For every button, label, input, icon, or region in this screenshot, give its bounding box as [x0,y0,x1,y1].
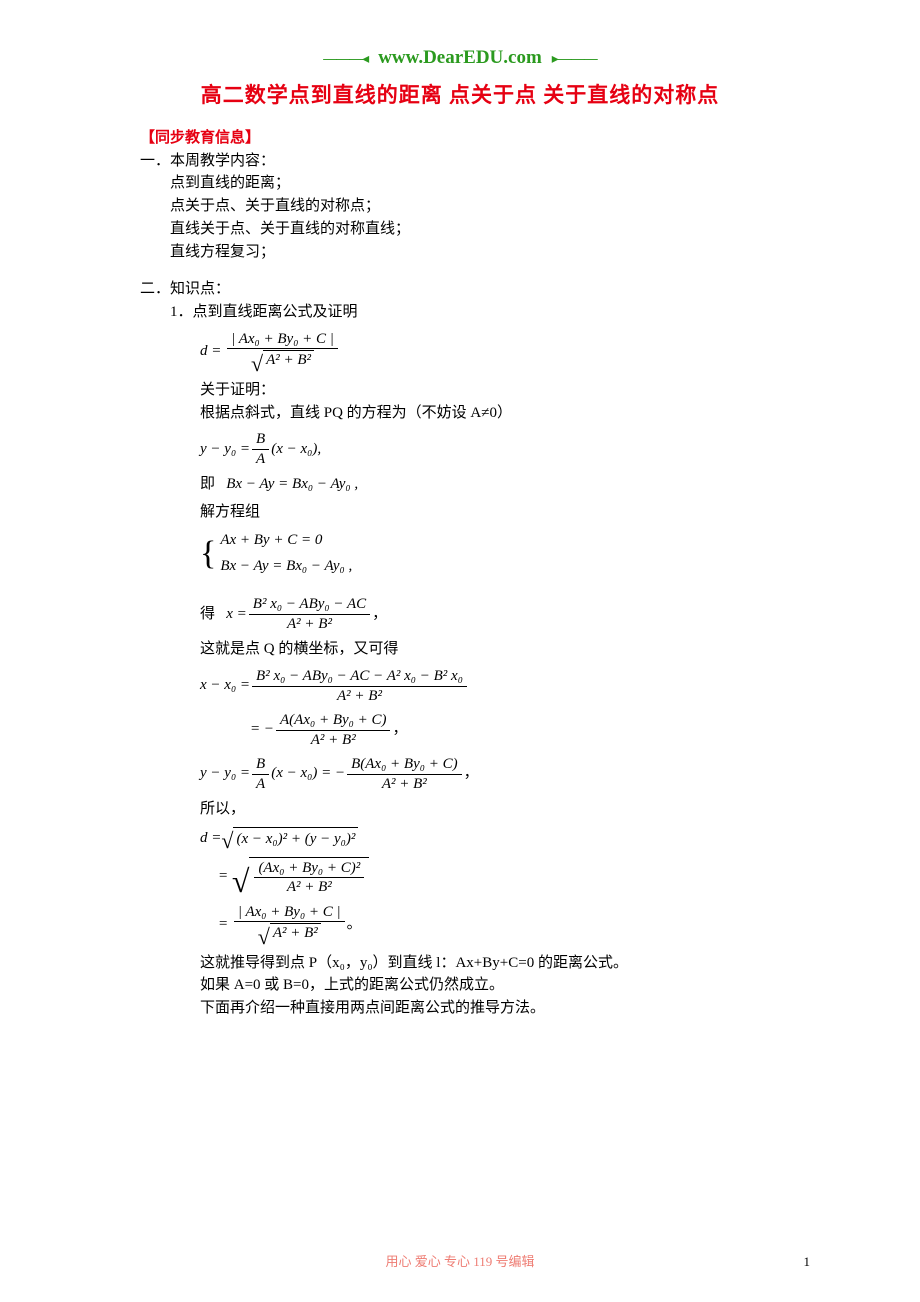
formula-system-2: Bx − Ay = Bx₀ − Ay₀ , [220,556,352,578]
section-1-heading: 一．本周教学内容： [140,151,780,173]
section-1-items: 点到直线的距离； 点关于点、关于直线的对称点； 直线关于点、关于直线的对称直线；… [140,173,780,263]
section-1-item: 点到直线的距离； [170,173,780,195]
formula-d-step3: = | Ax₀ + By₀ + C | √A² + B² 。 [140,903,780,947]
formula-d-num: | Ax₀ + By₀ + C | [227,330,338,350]
page-number: 1 [804,1253,811,1272]
formula-system: { Ax + By + C = 0 Bx − Ay = Bx₀ − Ay₀ , [140,530,780,578]
about-proof-label: 关于证明： [200,380,780,402]
formula-d-step2: = √ (Ax₀ + By₀ + C)² A² + B² [140,857,780,897]
formula-x-minus-x0-2: = − A(Ax₀ + By₀ + C) A² + B² ， [140,711,780,749]
formula-x-minus-x0-1: x − x₀ = B² x₀ − ABy₀ − AC − A² x₀ − B² … [140,667,780,705]
formula-d-step1: d = √(x − x₀)² + (y − y₀)² [140,827,780,851]
section-1-item: 点关于点、关于直线的对称点； [170,196,780,218]
therefore-label: 所以， [140,799,780,821]
header-banner: ———◂ www.DearEDU.com ▸——— [140,44,780,72]
qx-note: 这就是点 Q 的横坐标，又可得 [140,639,780,661]
formula-pq-point-slope: y − y₀ = BA (x − x₀), [140,430,780,468]
sync-info-label: 【同步教育信息】 [140,128,780,150]
formula-y-minus-y0: y − y₀ = BA (x − x₀) = − B(Ax₀ + By₀ + C… [140,755,780,793]
site-url: www.DearEDU.com [378,44,542,72]
footer-text: 用心 爱心 专心 119 号编辑 [0,1253,920,1272]
formula-system-1: Ax + By + C = 0 [220,530,352,552]
header-deco-left: ———◂ [323,48,368,68]
subsection-2-1: 1．点到直线距离公式及证明 [140,302,780,324]
next-method: 下面再介绍一种直接用两点间距离公式的推导方法。 [200,998,780,1020]
sync-info-text: 【同步教育信息】 [140,130,260,146]
section-1-item: 直线方程复习； [170,242,780,264]
section-1-item: 直线关于点、关于直线的对称直线； [170,219,780,241]
formula-pq-expanded: 即 Bx − Ay = Bx₀ − Ay₀ , [140,474,780,496]
section-2-heading: 二．知识点： [140,279,780,301]
formula-d-den-rad: A² + B² [263,350,314,369]
conclusion: 这就推导得到点 P（x₀，y₀）到直线 l：Ax+By+C=0 的距离公式。 [200,953,780,975]
ab-zero-note: 如果 A=0 或 B=0，上式的距离公式仍然成立。 [200,975,780,997]
header-deco-right: ▸——— [552,48,597,68]
proof-intro: 根据点斜式，直线 PQ 的方程为（不妨设 A≠0） [200,403,780,425]
formula-d-definition: d = | Ax₀ + By₀ + C | √A² + B² [140,330,780,374]
page-title: 高二数学点到直线的距离 点关于点 关于直线的对称点 [140,80,780,110]
solve-system-label: 解方程组 [140,502,780,524]
formula-x-solution: 得 x = B² x₀ − ABy₀ − AC A² + B² ， [140,595,780,633]
